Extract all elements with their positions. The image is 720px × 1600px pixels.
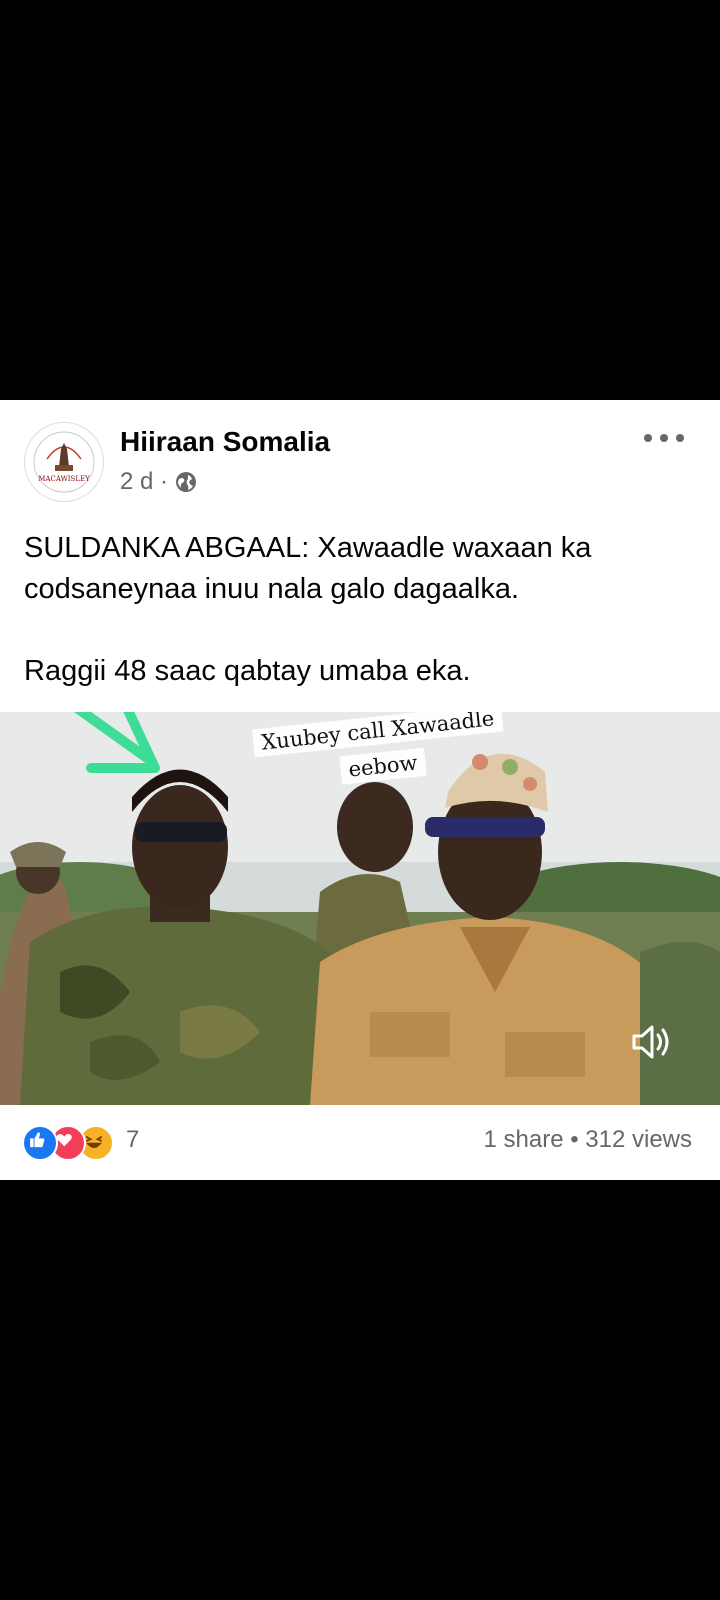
reactions-summary[interactable]	[22, 1125, 122, 1161]
volume-icon[interactable]	[628, 1020, 672, 1064]
globe-icon	[176, 472, 197, 492]
avatar-logo: MACAWISLEY	[33, 431, 95, 493]
top-black-area	[0, 0, 720, 400]
more-options-icon[interactable]	[644, 426, 684, 450]
reaction-count[interactable]: 7	[126, 1126, 139, 1154]
post-meta: 2 d ·	[120, 468, 198, 496]
more-dot	[660, 434, 668, 442]
post-footer: 7 1 share • 312 views	[0, 1105, 720, 1180]
post-time[interactable]: 2 d ·	[120, 468, 168, 496]
share-view-stats[interactable]: 1 share • 312 views	[483, 1126, 692, 1154]
like-icon	[22, 1125, 58, 1161]
more-dot	[644, 434, 652, 442]
arrow-annotation	[73, 712, 160, 773]
post-card: MACAWISLEY Hiiraan Somalia 2 d · SULDANK…	[0, 400, 720, 1180]
page-name[interactable]: Hiiraan Somalia	[120, 426, 330, 458]
video-player[interactable]: Xuubey call Xawaadle eebow	[0, 712, 720, 1105]
post-text: SULDANKA ABGAAL: Xawaadle waxaan ka cods…	[24, 528, 694, 692]
post-text-line: SULDANKA ABGAAL: Xawaadle waxaan ka cods…	[24, 532, 592, 605]
avatar-text: MACAWISLEY	[38, 475, 90, 483]
more-dot	[676, 434, 684, 442]
post-text-line: Raggii 48 saac qabtay umaba eka.	[24, 655, 471, 687]
bottom-black-area	[0, 1180, 720, 1600]
caption-line-2: eebow	[339, 747, 427, 785]
page-avatar[interactable]: MACAWISLEY	[24, 422, 104, 502]
